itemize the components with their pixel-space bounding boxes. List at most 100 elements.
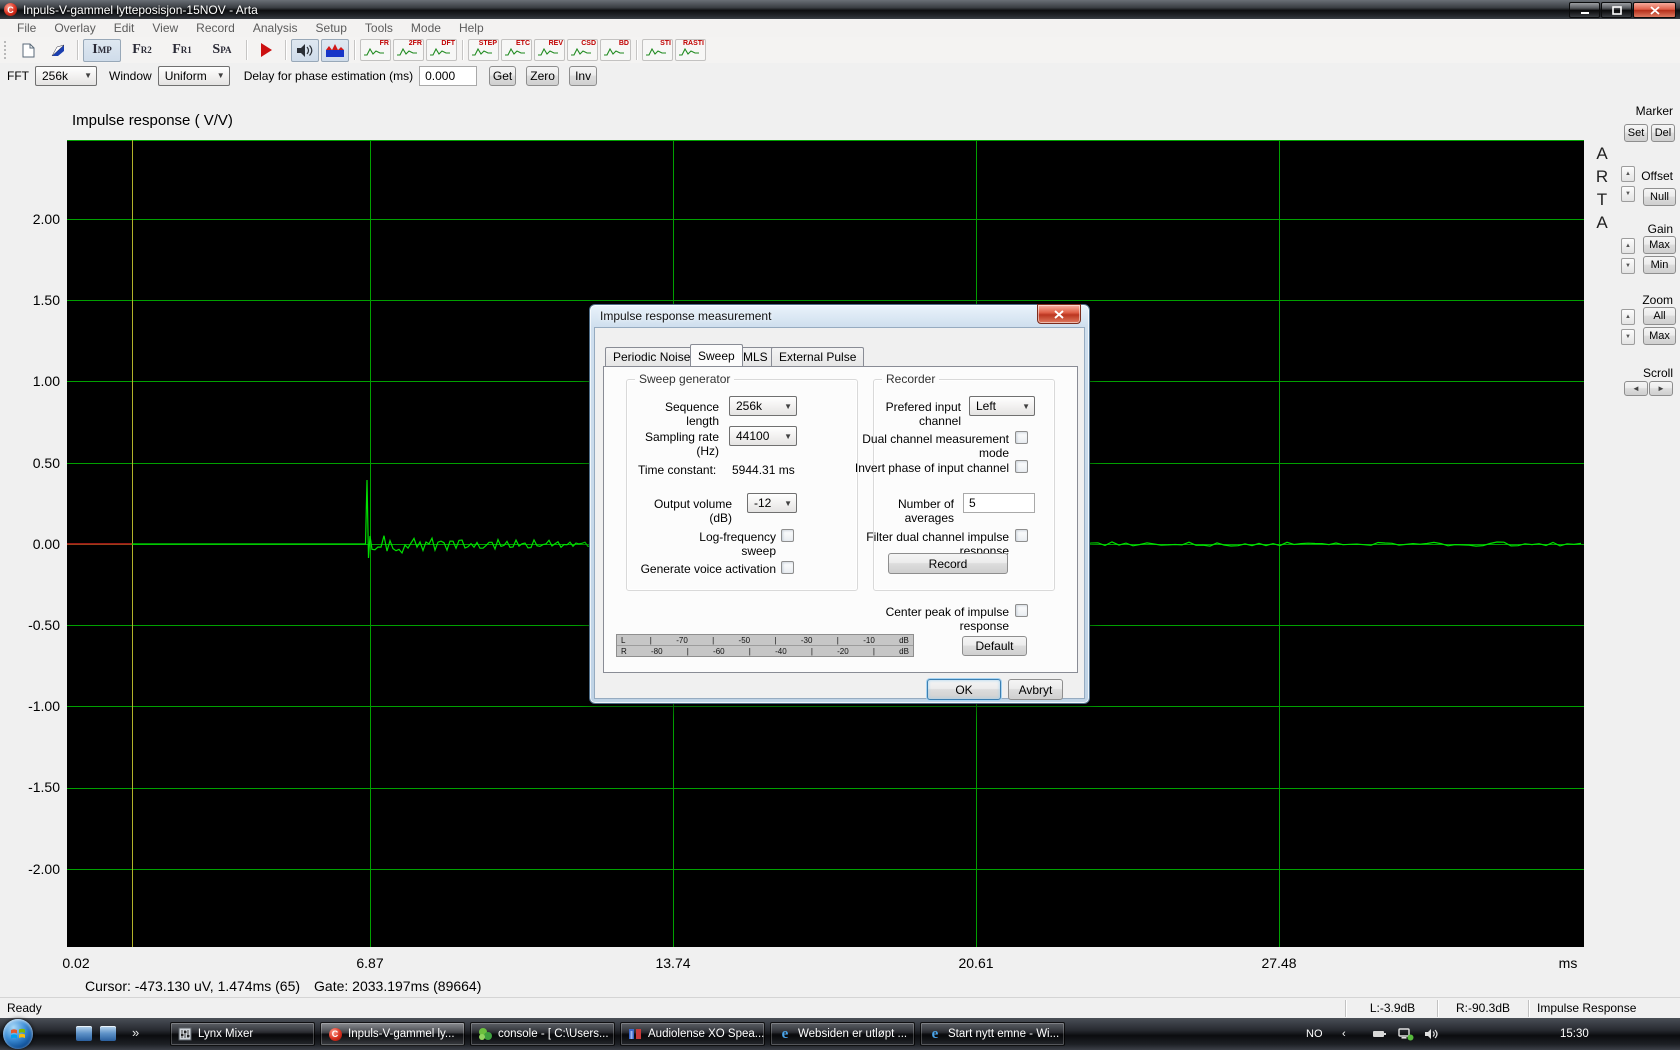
tab-periodic-noise[interactable]: Periodic Noise: [605, 347, 698, 366]
taskbar-item-lynx-mixer[interactable]: Lynx Mixer: [170, 1022, 315, 1046]
marker-del-button[interactable]: Del: [1651, 124, 1675, 142]
screen: C Inpuls-V-gammel lytteposisjon-15NOV - …: [0, 0, 1680, 1050]
maximize-button[interactable]: [1601, 2, 1632, 18]
ok-button[interactable]: OK: [927, 679, 1001, 700]
gain-up-spinner[interactable]: ▲: [1621, 238, 1635, 254]
zoom-label: Zoom: [1598, 293, 1673, 307]
filter-dual-channel-checkbox[interactable]: [1015, 529, 1028, 542]
menu-mode[interactable]: Mode: [402, 21, 450, 35]
number-of-averages-input[interactable]: 5: [963, 493, 1035, 513]
zoom-all-button[interactable]: All: [1643, 307, 1676, 325]
zero-button[interactable]: Zero: [526, 66, 559, 86]
mode-spa-button[interactable]: SPA: [203, 39, 241, 62]
sampling-rate-select[interactable]: 44100▼: [729, 426, 797, 446]
menu-view[interactable]: View: [143, 21, 187, 35]
tray-language-indicator[interactable]: NO: [1306, 1018, 1323, 1050]
generate-voice-activation-checkbox[interactable]: [781, 561, 794, 574]
sweep-tab-panel: Sweep generator Sequence length 256k▼ Sa…: [603, 366, 1078, 673]
tray-clock[interactable]: 15:30: [1560, 1018, 1589, 1050]
tray-network-icon[interactable]: [1398, 1018, 1414, 1050]
gain-down-spinner[interactable]: ▼: [1621, 258, 1635, 274]
input-channel-select[interactable]: Left▼: [969, 396, 1035, 416]
menu-help[interactable]: Help: [450, 21, 493, 35]
invert-phase-label: Invert phase of input channel: [839, 461, 1009, 475]
taskbar-item-arta[interactable]: C Inpuls-V-gammel ly...: [320, 1022, 465, 1046]
dialog-titlebar[interactable]: Impulse response measurement: [590, 305, 1089, 327]
quick-launch-icon[interactable]: [100, 1026, 116, 1041]
quick-launch-overflow-chevron[interactable]: »: [132, 1025, 139, 1040]
dual-channel-mode-checkbox[interactable]: [1015, 431, 1028, 444]
minimize-button[interactable]: [1569, 2, 1600, 18]
overlay-flag-button[interactable]: [44, 39, 72, 62]
menu-tools[interactable]: Tools: [356, 21, 402, 35]
generate-voice-activation-label: Generate voice activation: [631, 562, 776, 576]
taskbar-item-console[interactable]: console - [ C:\Users...: [470, 1022, 615, 1046]
y-tick: -1.50: [4, 779, 60, 795]
analysis-etc-button[interactable]: ETC: [501, 39, 532, 61]
x-tick: 13.74: [655, 955, 690, 971]
scroll-left-button[interactable]: ◄: [1624, 381, 1648, 396]
marker-set-button[interactable]: Set: [1624, 124, 1648, 142]
meter-scale-text: dB: [899, 647, 909, 656]
signal-generator-icon-button[interactable]: [291, 39, 319, 62]
zoom-max-button[interactable]: Max: [1643, 327, 1676, 345]
gain-max-button[interactable]: Max: [1643, 236, 1676, 254]
mode-fr1-button[interactable]: FR1: [163, 39, 201, 62]
analysis-rev-button[interactable]: REV: [534, 39, 565, 61]
new-file-button[interactable]: [14, 39, 42, 62]
tab-sweep[interactable]: Sweep: [690, 344, 743, 366]
menu-edit[interactable]: Edit: [105, 21, 144, 35]
analysis-2fr-button[interactable]: 2FR: [393, 39, 424, 61]
analysis-button-label: STEP: [479, 40, 497, 48]
mode-fr2-button[interactable]: FR2: [123, 39, 161, 62]
analysis-dft-button[interactable]: DFT: [426, 39, 457, 61]
zoom-up-spinner[interactable]: ▲: [1621, 309, 1635, 325]
toolbar-grip: [4, 41, 9, 59]
record-button[interactable]: Record: [888, 553, 1008, 574]
arta-icon: C: [327, 1026, 343, 1042]
mode-imp-button[interactable]: IMP: [83, 39, 121, 62]
sequence-length-select[interactable]: 256k▼: [729, 396, 797, 416]
analysis-bd-button[interactable]: BD: [600, 39, 631, 61]
y-tick: 1.00: [4, 373, 60, 389]
fft-size-select[interactable]: 256k▼: [35, 66, 97, 86]
close-button[interactable]: [1633, 2, 1676, 18]
delay-input[interactable]: 0.000: [419, 66, 477, 86]
offset-down-spinner[interactable]: ▼: [1621, 186, 1635, 202]
play-button[interactable]: [252, 39, 280, 62]
tray-expand-chevron[interactable]: ‹: [1342, 1018, 1346, 1050]
center-peak-checkbox[interactable]: [1015, 604, 1028, 617]
tray-volume-icon[interactable]: [1424, 1018, 1439, 1050]
gain-min-button[interactable]: Min: [1643, 256, 1676, 274]
window-select[interactable]: Uniform▼: [158, 66, 230, 86]
invert-phase-checkbox[interactable]: [1015, 460, 1028, 473]
analysis-csd-button[interactable]: CSD: [567, 39, 598, 61]
start-button[interactable]: [3, 1019, 33, 1049]
get-button[interactable]: Get: [489, 66, 516, 86]
taskbar-item-ie-websiden[interactable]: e Websiden er utløpt ...: [770, 1022, 915, 1046]
tab-external-pulse[interactable]: External Pulse: [771, 347, 864, 366]
scroll-right-button[interactable]: ►: [1649, 381, 1673, 396]
quick-launch-icon[interactable]: [76, 1026, 92, 1041]
menu-record[interactable]: Record: [187, 21, 244, 35]
tray-device-icon[interactable]: [1372, 1018, 1387, 1050]
output-volume-select[interactable]: -12▼: [747, 493, 797, 513]
log-frequency-sweep-checkbox[interactable]: [781, 529, 794, 542]
menu-analysis[interactable]: Analysis: [244, 21, 307, 35]
dialog-close-button[interactable]: [1037, 304, 1081, 324]
taskbar-item-audiolense[interactable]: Audiolense XO Spea...: [620, 1022, 765, 1046]
cancel-button[interactable]: Avbryt: [1008, 679, 1063, 700]
offset-null-button[interactable]: Null: [1643, 188, 1676, 206]
analysis-rasti-button[interactable]: RASTI: [675, 39, 706, 61]
analysis-step-button[interactable]: STEP: [468, 39, 499, 61]
taskbar-item-ie-start-nytt-emne[interactable]: e Start nytt emne - Wi...: [920, 1022, 1065, 1046]
menu-setup[interactable]: Setup: [307, 21, 356, 35]
menu-file[interactable]: File: [8, 21, 45, 35]
spectrogram-icon-button[interactable]: [321, 39, 349, 62]
analysis-fr-button[interactable]: FR: [360, 39, 391, 61]
analysis-sti-button[interactable]: STI: [642, 39, 673, 61]
menu-overlay[interactable]: Overlay: [45, 21, 104, 35]
zoom-down-spinner[interactable]: ▼: [1621, 329, 1635, 345]
default-button[interactable]: Default: [962, 636, 1027, 656]
inv-button[interactable]: Inv: [569, 66, 597, 86]
